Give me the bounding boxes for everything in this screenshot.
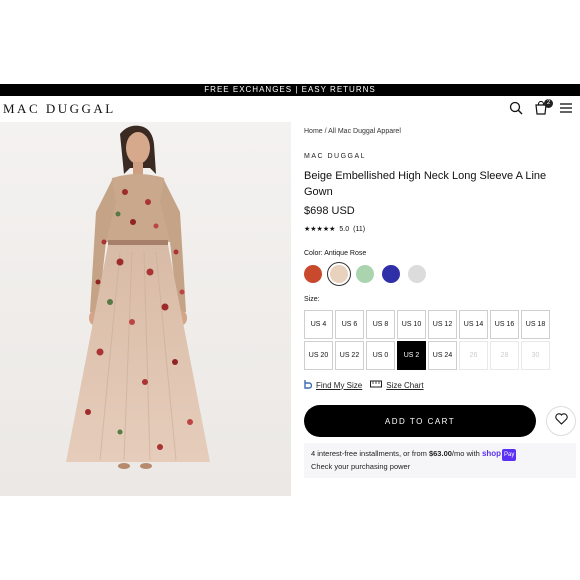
product-rating[interactable]: ★★★★★ 5.0 (11) [304, 225, 576, 234]
size-option-unavailable[interactable]: 30 [521, 341, 550, 370]
size-option[interactable]: US 18 [521, 310, 550, 339]
add-to-cart-button[interactable]: ADD TO CART [304, 405, 537, 437]
color-label: Color: Antique Rose [304, 250, 367, 257]
product-image[interactable] [0, 122, 291, 496]
menu-icon[interactable] [558, 100, 574, 116]
heart-icon [554, 412, 568, 430]
size-links: Find My Size Size Chart [304, 379, 576, 391]
cart-actions: ADD TO CART [304, 405, 576, 437]
size-option[interactable]: US 8 [366, 310, 395, 339]
rating-stars-icon: ★★★★★ [304, 226, 336, 233]
size-option[interactable]: US 12 [428, 310, 457, 339]
review-count: (11) [353, 225, 366, 233]
size-finder-icon [304, 379, 313, 391]
shop-pay-logo: shop [481, 449, 502, 458]
color-swatch[interactable] [304, 265, 322, 283]
product-price: $698 USD [304, 205, 355, 217]
size-option[interactable]: US 6 [335, 310, 364, 339]
announcement-bar: FREE EXCHANGES | EASY RETURNS [0, 84, 580, 96]
pay-badge: Pay [502, 449, 517, 461]
size-option-unavailable[interactable]: 28 [490, 341, 519, 370]
installments-text-suffix: /mo with [451, 449, 482, 458]
product-title: Beige Embellished High Neck Long Sleeve … [304, 170, 547, 198]
ruler-icon [370, 380, 383, 390]
color-swatch[interactable] [408, 265, 426, 283]
size-option[interactable]: US 16 [490, 310, 519, 339]
product-details: Home / All Mac Duggal Apparel MAC DUGGAL… [304, 122, 576, 478]
color-swatch-selected[interactable] [327, 262, 351, 286]
size-option[interactable]: US 24 [428, 341, 457, 370]
product-page: FREE EXCHANGES | EASY RETURNS MAC DUGGAL… [0, 84, 580, 496]
purchasing-power-link[interactable]: Check your purchasing power [311, 462, 410, 471]
color-swatch[interactable] [382, 265, 400, 283]
size-chart-link[interactable]: Size Chart [386, 381, 423, 390]
search-icon[interactable] [508, 100, 524, 116]
size-option-selected[interactable]: US 2 [397, 341, 426, 370]
cart-count-badge: 2 [544, 99, 553, 108]
size-option-unavailable[interactable]: 26 [459, 341, 488, 370]
installments-text: 4 interest-free installments, or from [311, 449, 429, 458]
find-my-size-link[interactable]: Find My Size [316, 381, 362, 390]
size-option[interactable]: US 10 [397, 310, 426, 339]
size-option[interactable]: US 22 [335, 341, 364, 370]
size-option[interactable]: US 4 [304, 310, 333, 339]
size-option[interactable]: US 20 [304, 341, 333, 370]
size-label: Size: [304, 296, 320, 303]
color-swatches [304, 262, 576, 286]
installments-amount: $63.00 [428, 449, 452, 458]
size-option[interactable]: US 0 [366, 341, 395, 370]
wishlist-button[interactable] [546, 406, 576, 436]
color-swatch[interactable] [356, 265, 374, 283]
shop-pay-installments[interactable]: 4 interest-free installments, or from $6… [304, 443, 576, 478]
breadcrumb[interactable]: Home / All Mac Duggal Apparel [304, 128, 576, 135]
product-brand: MAC DUGGAL [304, 153, 367, 160]
size-grid: US 4 US 6 US 8 US 10 US 12 US 14 US 16 U… [304, 310, 576, 370]
brand-logo[interactable]: MAC DUGGAL [3, 101, 116, 117]
site-header: MAC DUGGAL 2 [0, 96, 580, 122]
rating-value: 5.0 [339, 225, 350, 233]
cart-icon[interactable]: 2 [533, 99, 553, 116]
size-option[interactable]: US 14 [459, 310, 488, 339]
